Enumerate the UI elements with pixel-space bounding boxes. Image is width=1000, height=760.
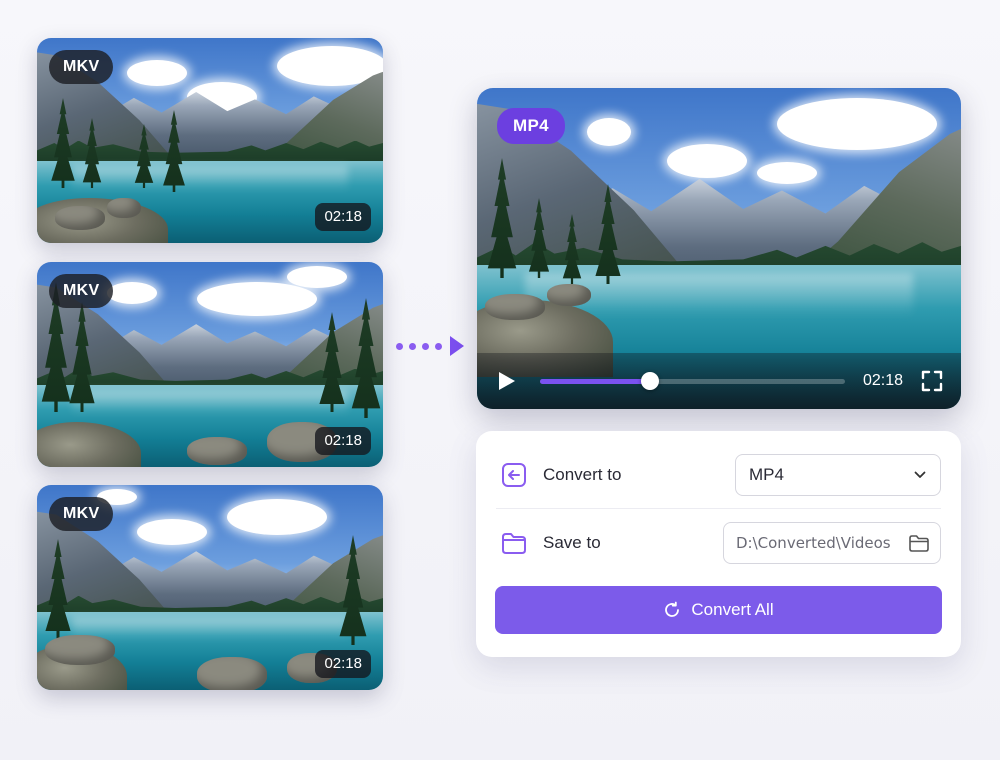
conversion-settings-panel: Convert to MP4 Save to D:\Converted\Vide… — [476, 431, 961, 657]
save-to-label: Save to — [543, 533, 601, 552]
source-format-badge: MKV — [49, 274, 114, 308]
seek-bar-progress — [540, 378, 651, 384]
queue-video-2[interactable]: MKV 02:18 — [37, 262, 383, 467]
seek-handle[interactable] — [641, 372, 660, 390]
duration-badge: 02:18 — [315, 650, 371, 678]
play-button[interactable] — [495, 369, 518, 393]
playback-time: 02:18 — [863, 372, 904, 389]
save-to-row: Save to D:\Converted\Videos — [496, 517, 941, 569]
browse-folder-icon[interactable] — [908, 532, 930, 554]
output-path-value: D:\Converted\Videos — [736, 534, 891, 552]
video-preview-player[interactable]: MP4 02:18 — [477, 88, 961, 409]
fullscreen-button[interactable] — [921, 370, 943, 392]
refresh-icon — [665, 601, 680, 617]
source-format-badge: MKV — [49, 497, 114, 531]
convert-to-row: Convert to MP4 — [496, 449, 941, 501]
output-format-select[interactable]: MP4 — [735, 454, 941, 496]
convert-format-icon — [502, 463, 526, 487]
output-path-field[interactable]: D:\Converted\Videos — [723, 522, 941, 564]
duration-badge: 02:18 — [315, 427, 371, 455]
target-format-badge: MP4 — [497, 108, 565, 144]
player-controls: 02:18 — [477, 353, 961, 409]
divider — [496, 508, 941, 509]
duration-badge: 02:18 — [315, 203, 371, 231]
folder-icon — [502, 533, 526, 554]
fullscreen-icon — [921, 370, 943, 392]
queue-video-3[interactable]: MKV 02:18 — [37, 485, 383, 690]
convert-all-label: Convert All — [691, 600, 774, 619]
convert-all-button[interactable]: Convert All — [495, 586, 942, 634]
convert-to-label: Convert to — [543, 465, 622, 484]
queue-video-1[interactable]: MKV 02:18 — [37, 38, 383, 243]
convert-arrow-icon — [396, 334, 468, 358]
chevron-down-icon — [914, 471, 926, 478]
play-icon — [498, 372, 515, 390]
source-format-badge: MKV — [49, 50, 114, 84]
output-format-value: MP4 — [749, 465, 784, 484]
seek-bar[interactable] — [540, 372, 845, 390]
